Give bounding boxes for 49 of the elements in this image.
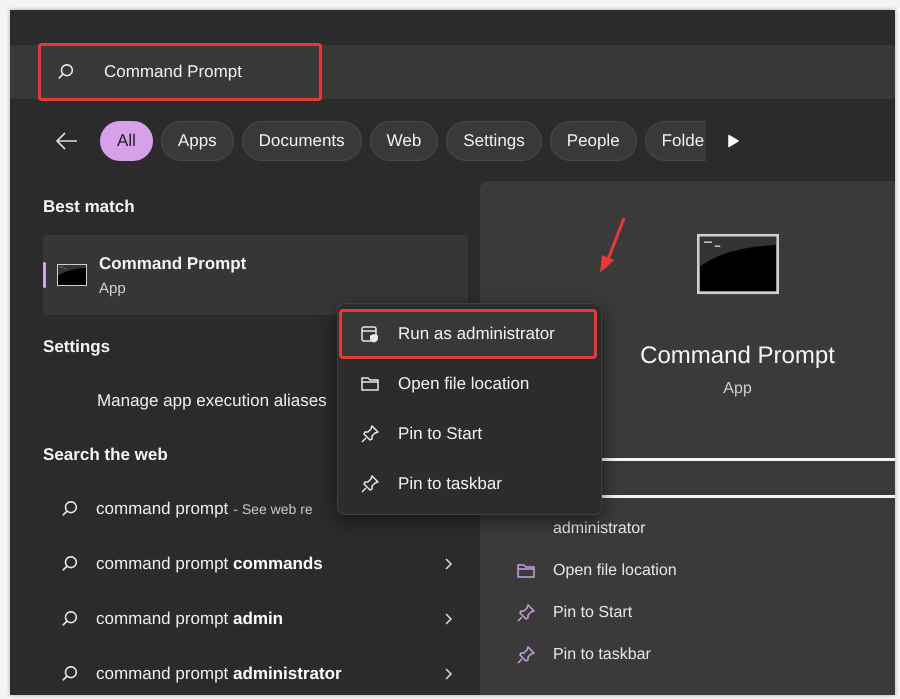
search-input[interactable]: Command Prompt — [104, 62, 304, 82]
chevron-right-icon[interactable] — [445, 558, 453, 570]
back-arrow-icon[interactable] — [56, 132, 78, 150]
details-subtitle: App — [723, 380, 752, 398]
terminal-icon — [57, 264, 87, 286]
menu-item[interactable]: Pin to Start — [339, 409, 597, 459]
action-link[interactable]: Pin to taskbar — [553, 646, 651, 664]
best-match-result[interactable]: Command Prompt App — [43, 235, 468, 315]
search-field[interactable]: Command Prompt — [38, 43, 322, 101]
filter-tab[interactable]: Apps — [160, 121, 234, 161]
search-icon — [57, 63, 75, 81]
section-heading: Best match — [43, 196, 136, 217]
selection-indicator — [43, 262, 46, 288]
web-suggestion[interactable]: command prompt admin — [96, 608, 284, 628]
filter-tab[interactable]: Folde — [644, 121, 706, 161]
menu-item[interactable]: Pin to taskbar — [339, 459, 597, 509]
result-subtitle: App — [99, 280, 127, 296]
section-heading: Settings — [43, 337, 112, 357]
action-link[interactable]: Open file location — [553, 562, 677, 580]
web-suggestion[interactable]: command prompt commands — [96, 554, 323, 574]
filter-tab[interactable]: Web — [370, 121, 438, 161]
details-title: Command Prompt — [640, 342, 835, 370]
search-icon — [61, 610, 79, 628]
pointer-arrow — [598, 215, 628, 275]
filter-tab[interactable]: Settings — [446, 121, 542, 161]
chevron-right-icon[interactable] — [445, 668, 453, 680]
menu-item[interactable]: Open file location — [339, 359, 597, 409]
suggestion-hint: - See web re — [233, 500, 313, 516]
pin-icon — [516, 645, 536, 665]
web-suggestion[interactable]: command prompt administrator — [96, 664, 342, 684]
search-icon — [61, 664, 79, 682]
action-link[interactable]: Pin to Start — [553, 604, 632, 622]
terminal-icon — [696, 231, 778, 297]
section-heading: Search the web — [43, 445, 169, 465]
chevron-right-icon[interactable] — [445, 612, 453, 624]
filter-tab[interactable]: People — [550, 121, 637, 161]
result-title: Command Prompt — [99, 254, 246, 274]
pin-icon — [516, 603, 536, 623]
shield-window-icon — [360, 324, 380, 344]
search-icon — [61, 554, 79, 572]
search-icon — [61, 500, 79, 518]
action-link[interactable]: administrator — [553, 520, 646, 538]
web-suggestion[interactable]: command prompt — [96, 498, 228, 518]
pin-icon — [360, 474, 380, 494]
filter-tab[interactable]: Documents — [242, 121, 362, 161]
menu-item[interactable]: Run as administrator — [339, 309, 597, 359]
play-icon[interactable] — [728, 134, 740, 148]
filter-tab[interactable]: All — [100, 121, 153, 161]
pin-icon — [360, 424, 380, 444]
